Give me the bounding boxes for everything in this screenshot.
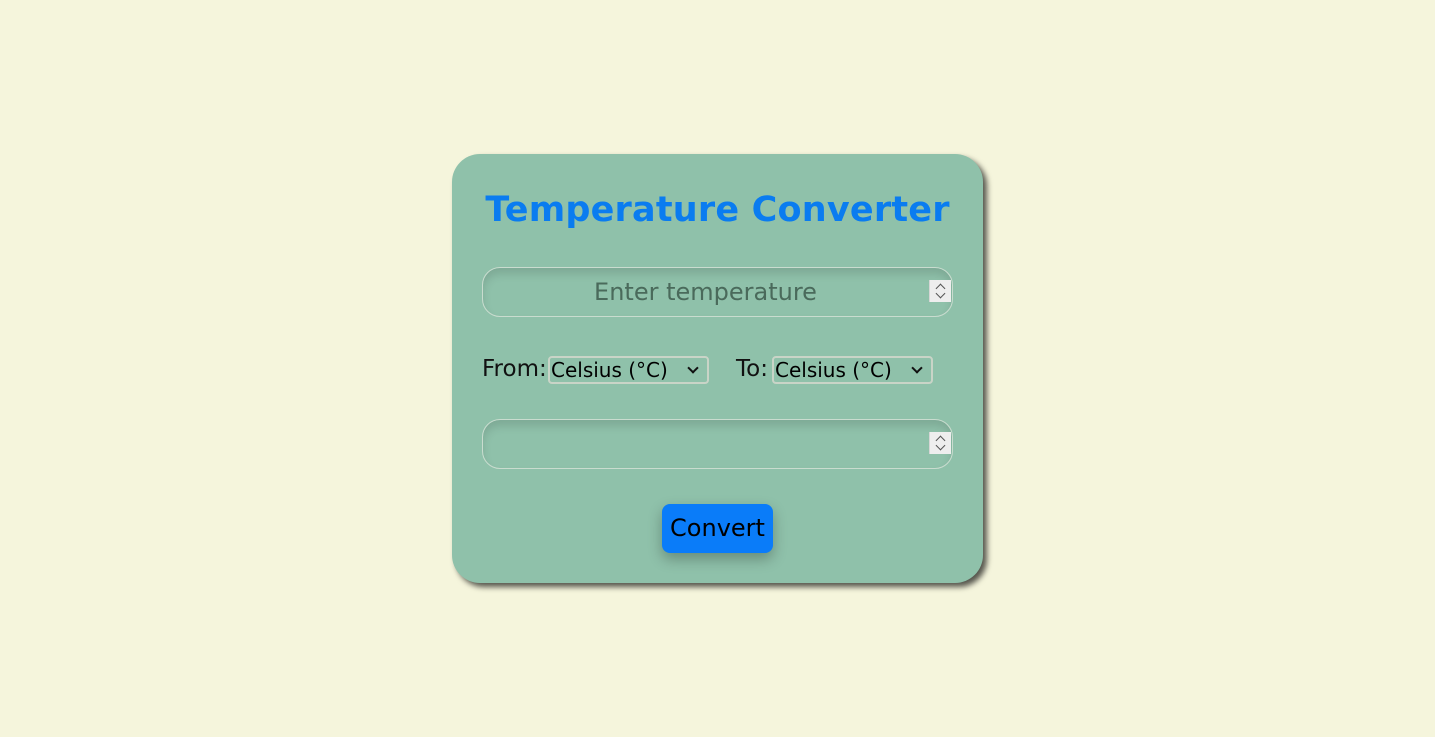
chevron-down-icon [911, 362, 923, 374]
temperature-input-stepper[interactable] [929, 280, 951, 302]
page-title: Temperature Converter [485, 190, 950, 230]
temperature-input-placeholder: Enter temperature [594, 278, 817, 306]
from-unit-selected: Celsius (°C) [551, 358, 668, 382]
chevron-down-icon[interactable] [935, 440, 946, 451]
result-field-stepper[interactable] [929, 432, 951, 454]
from-label: From: [482, 356, 547, 382]
to-unit-selected: Celsius (°C) [775, 358, 892, 382]
result-field[interactable] [482, 419, 953, 469]
convert-button[interactable]: Convert [662, 504, 773, 553]
chevron-down-icon [687, 362, 699, 374]
converter-card: Temperature Converter Enter temperature … [452, 154, 983, 583]
chevron-down-icon[interactable] [935, 288, 946, 299]
to-label: To: [736, 356, 768, 382]
from-unit-select[interactable]: Celsius (°C) [548, 356, 709, 384]
temperature-input[interactable]: Enter temperature [482, 267, 953, 317]
to-unit-select[interactable]: Celsius (°C) [772, 356, 933, 384]
